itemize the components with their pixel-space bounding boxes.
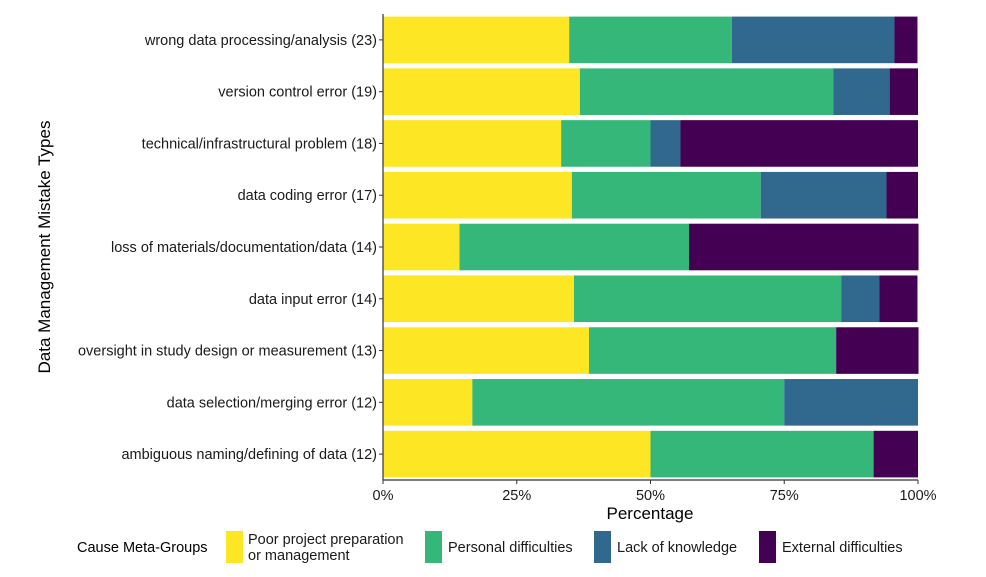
bar-segment (680, 120, 918, 167)
bars-group (383, 16, 919, 478)
bar-segment (650, 430, 874, 478)
category-label: version control error (19) (218, 85, 377, 101)
bar-segment (383, 68, 580, 115)
bar-segment (886, 171, 918, 219)
bar-segment (873, 430, 918, 478)
bar-segment (573, 275, 842, 323)
bar-segment (784, 379, 918, 426)
bar-segment (588, 327, 837, 374)
bar-segment (731, 16, 895, 64)
x-tick-label: 0% (373, 488, 394, 504)
x-tick-label: 100% (899, 488, 936, 504)
bar-segment (383, 327, 589, 374)
bar-segment (760, 171, 887, 219)
bar-segment (459, 223, 690, 271)
category-label: data selection/merging error (12) (167, 395, 377, 411)
bar-segment (833, 68, 890, 115)
stacked-bar-chart: wrong data processing/analysis (23) versi… (35, 14, 937, 564)
bar-segment (383, 16, 570, 64)
bar-segment (383, 171, 572, 219)
x-tick-label: 50% (636, 488, 665, 504)
x-tick-label: 25% (502, 488, 531, 504)
legend-key (594, 531, 611, 563)
category-label: technical/infrastructural problem (18) (142, 136, 377, 152)
category-label: oversight in study design or measurement… (78, 344, 377, 360)
legend: Cause Meta-Groups Poor project preparati… (77, 531, 903, 564)
legend-label: External difficulties (782, 540, 903, 556)
bar-segment (836, 327, 919, 374)
legend-key (226, 531, 243, 563)
bar-segment (689, 223, 919, 271)
bar-segment (841, 275, 880, 323)
bar-segment (383, 223, 460, 271)
bar-segment (569, 16, 732, 64)
legend-label: Personal difficulties (448, 540, 573, 556)
category-label: data coding error (17) (238, 188, 377, 204)
legend-key (425, 531, 442, 563)
bar-segment (383, 275, 574, 323)
bar-segment (472, 379, 785, 426)
bar-segment (894, 16, 918, 64)
category-label: loss of materials/documentation/data (14… (111, 240, 377, 256)
bar-segment (650, 120, 681, 167)
legend-title: Cause Meta-Groups (77, 540, 208, 556)
legend-key (759, 531, 776, 563)
bar-segment (383, 379, 473, 426)
legend-label: or management (248, 548, 350, 564)
bar-segment (879, 275, 918, 323)
legend-label: Poor project preparation (248, 532, 404, 548)
bar-segment (579, 68, 834, 115)
category-label: ambiguous naming/defining of data (12) (121, 447, 377, 463)
x-axis-title: Percentage (607, 504, 694, 523)
category-label: data input error (14) (249, 292, 377, 308)
x-axis: 0% 25% 50% 75% 100% (373, 479, 937, 504)
x-tick-label: 75% (770, 488, 799, 504)
bar-segment (561, 120, 651, 167)
bar-segment (383, 120, 562, 167)
y-axis-title: Data Management Mistake Types (35, 121, 54, 374)
bar-segment (571, 171, 761, 219)
bar-segment (889, 68, 918, 115)
y-axis: wrong data processing/analysis (23) versi… (78, 14, 384, 480)
legend-label: Lack of knowledge (617, 540, 737, 556)
category-label: wrong data processing/analysis (23) (144, 33, 377, 49)
bar-segment (383, 430, 651, 478)
